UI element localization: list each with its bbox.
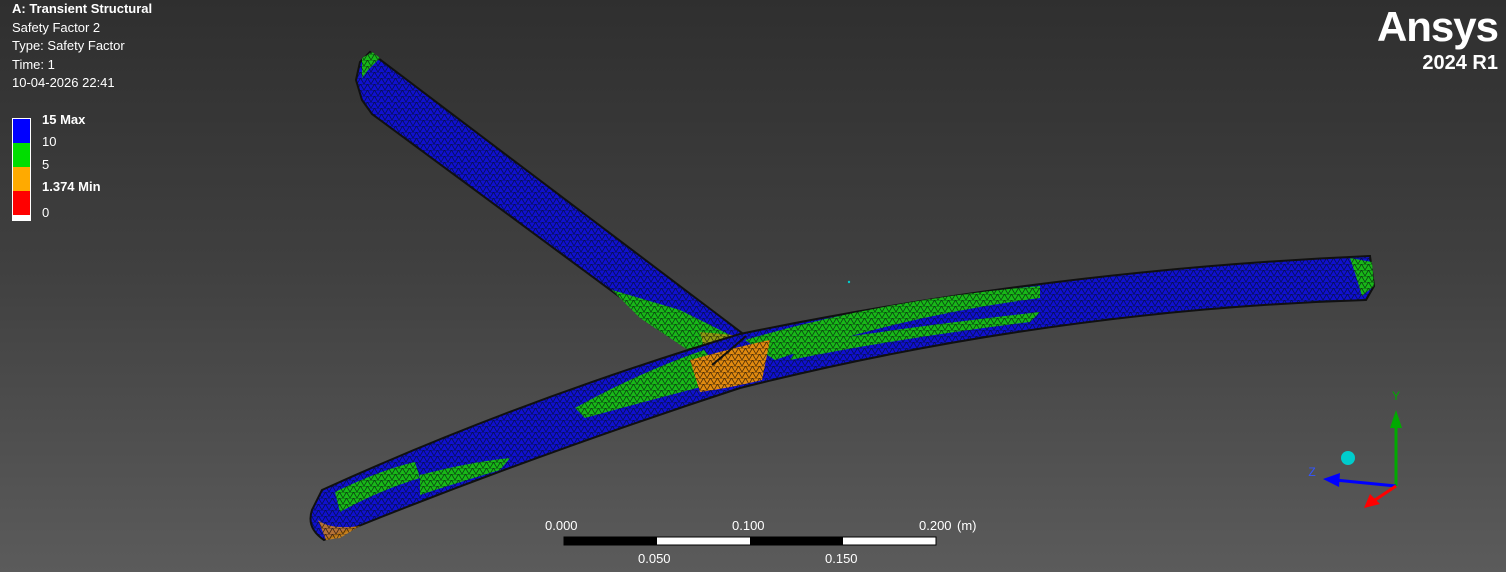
probe-dot — [847, 280, 851, 284]
iso-view-sphere[interactable] — [1341, 451, 1355, 465]
x-axis-arrow — [1364, 494, 1380, 508]
model-viewport[interactable] — [0, 0, 1506, 572]
y-axis-label: Y — [1392, 389, 1400, 403]
scale-unit: (m) — [957, 518, 977, 533]
z-axis-label: Z — [1308, 465, 1315, 479]
axis-triad[interactable]: Y Z — [1290, 380, 1420, 520]
scale-label-0050: 0.050 — [638, 551, 671, 566]
scale-label-0150: 0.150 — [825, 551, 858, 566]
scale-label-0000: 0.000 — [545, 518, 578, 533]
upper-arm-tube — [354, 50, 748, 367]
scale-label-0200: 0.200 — [919, 518, 952, 533]
z-axis-arrow — [1323, 473, 1340, 487]
y-axis-arrow — [1390, 410, 1402, 428]
scale-label-0100: 0.100 — [732, 518, 765, 533]
main-tube — [309, 254, 1376, 542]
z-axis-line — [1334, 478, 1397, 488]
